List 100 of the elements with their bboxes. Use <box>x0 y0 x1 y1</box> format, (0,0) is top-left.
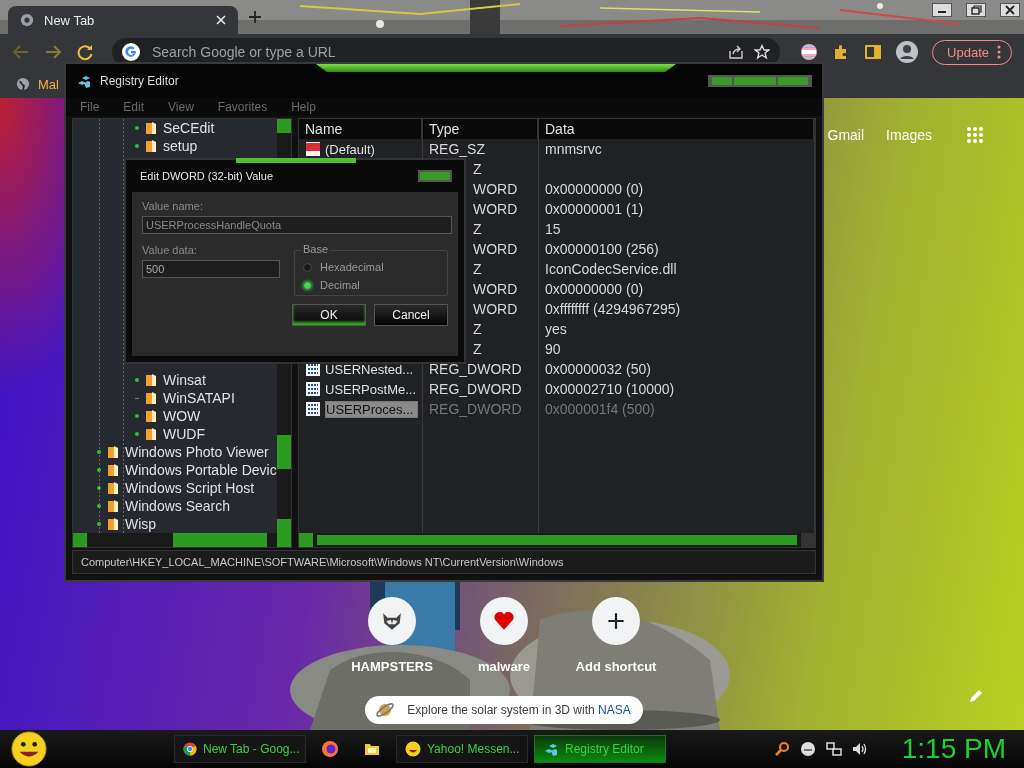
menu-item[interactable]: Favorites <box>217 100 268 114</box>
taskbar-button[interactable]: Registry Editor <box>534 735 666 763</box>
tree-item[interactable]: Winsat <box>73 371 277 389</box>
promo-text: Explore the solar system in 3D with NASA <box>407 703 631 717</box>
tree-item[interactable]: WOW <box>73 407 277 425</box>
menu-item[interactable]: Edit <box>123 100 145 114</box>
minimize-icon[interactable] <box>932 3 952 17</box>
menu-item[interactable]: View <box>168 100 194 114</box>
column-header[interactable]: Data <box>539 119 815 139</box>
value-data: 0x00000100 (256) <box>545 241 659 257</box>
radio-option[interactable]: Decimal <box>303 279 439 291</box>
value-name[interactable]: (Default) <box>325 141 375 157</box>
expand-dot[interactable] <box>135 378 139 382</box>
value-name[interactable]: USERPostMe... <box>325 381 417 397</box>
value-type: Z <box>473 261 482 277</box>
value-name-field[interactable]: USERProcessHandleQuota <box>142 216 452 234</box>
value-name[interactable]: USERNested... <box>325 361 414 377</box>
shortcut-button[interactable] <box>592 597 640 645</box>
reload-icon[interactable] <box>76 43 94 61</box>
folder-icon <box>107 499 119 513</box>
new-tab-icon[interactable] <box>248 10 262 24</box>
folder-icon <box>145 139 157 153</box>
taskbar-button[interactable]: New Tab - Goog... <box>174 735 306 763</box>
tree-item[interactable]: Windows Photo Viewer <box>73 443 277 461</box>
field-label: Value data: <box>142 244 198 256</box>
registry-path: Computer\HKEY_LOCAL_MACHINE\SOFTWARE\Microsoft\Windows NT\CurrentVersion\Windows <box>81 556 564 568</box>
value-type: Z <box>473 221 482 237</box>
forward-icon[interactable] <box>44 43 62 61</box>
radio-option[interactable]: Hexadecimal <box>303 261 439 273</box>
expand-dot[interactable] <box>135 144 139 148</box>
google-icon <box>122 43 140 61</box>
value-data: yes <box>545 321 567 337</box>
menu-item[interactable]: Help <box>291 100 316 114</box>
promo-chip[interactable]: Explore the solar system in 3D with NASA <box>365 696 643 724</box>
address-field[interactable]: Search Google or type a URL <box>150 43 719 61</box>
shortcut-label[interactable]: HAMPSTERS <box>351 659 433 674</box>
restore-icon[interactable] <box>966 3 986 17</box>
value-data-field[interactable]: 500 <box>142 260 280 278</box>
heart-icon <box>493 610 515 632</box>
folder-icon <box>145 391 157 405</box>
expand-dot[interactable] <box>135 432 139 436</box>
cubes-icon <box>76 73 92 89</box>
tree-item[interactable]: SeCEdit <box>73 119 277 137</box>
bookmark[interactable]: Mal <box>16 76 59 92</box>
ok-button[interactable]: OK <box>292 304 366 326</box>
expand-dot[interactable] <box>97 468 101 472</box>
browser-tab[interactable]: New Tab <box>8 6 238 34</box>
value-data: 0x00000000 (0) <box>545 281 644 297</box>
value-name[interactable]: USERProces... <box>325 400 419 418</box>
value-type: WORD <box>473 301 518 317</box>
cancel-button[interactable]: Cancel <box>374 304 448 326</box>
scrollbar[interactable] <box>299 533 815 547</box>
sidebar-icon[interactable] <box>864 43 883 61</box>
tree-item[interactable]: Windows Search <box>73 497 277 515</box>
field-label: Value name: <box>142 200 204 212</box>
radio-dot[interactable] <box>303 280 312 290</box>
string-value-icon <box>305 141 321 157</box>
tree-item[interactable]: WinSATAPI <box>73 389 277 407</box>
folder-icon <box>145 409 157 423</box>
folder-icon <box>145 427 157 441</box>
value-data: 0x00000001 (1) <box>545 201 644 217</box>
expand-dot[interactable] <box>97 450 101 454</box>
profile-icon[interactable] <box>896 41 919 63</box>
expand-dot[interactable] <box>97 522 101 526</box>
binary-value-icon <box>305 381 321 397</box>
flag-icon[interactable] <box>800 43 819 61</box>
share-icon[interactable] <box>728 44 745 60</box>
column-header[interactable]: Name <box>299 119 423 139</box>
network-icon[interactable] <box>825 741 842 757</box>
search-icon[interactable] <box>773 741 790 757</box>
tree-item[interactable]: setup <box>73 137 277 155</box>
radio-dot[interactable] <box>303 262 312 272</box>
tree-item[interactable]: WUDF <box>73 425 277 443</box>
tree-item[interactable]: Windows Portable Devic <box>73 461 277 479</box>
value-data: IconCodecService.dll <box>545 261 677 277</box>
clock[interactable]: 1:15 PM <box>901 733 1006 765</box>
folder-icon <box>107 517 119 531</box>
menu-item[interactable]: File <box>80 100 100 114</box>
tree-item[interactable]: Windows Script Host <box>73 479 277 497</box>
scrollbar[interactable] <box>73 533 291 547</box>
volume-icon[interactable] <box>851 741 868 757</box>
expand-dot[interactable] <box>97 486 101 490</box>
value-type: Z <box>473 321 482 337</box>
close-icon[interactable] <box>1000 3 1020 17</box>
tab-title: New Tab <box>44 12 96 28</box>
expand-dot[interactable] <box>135 414 139 418</box>
folder-icon <box>107 481 119 495</box>
star-icon[interactable] <box>754 44 771 60</box>
column-header[interactable]: Type <box>423 119 539 139</box>
expand-dot[interactable] <box>135 126 139 130</box>
expand-dot[interactable] <box>97 504 101 508</box>
tree-item[interactable]: Wisp <box>73 515 277 533</box>
value-type: REG_DWORD <box>429 381 522 397</box>
cubes-icon <box>543 741 559 757</box>
value-type: Z <box>473 341 482 357</box>
value-data: 0x00000032 (50) <box>545 361 651 377</box>
promo-link[interactable]: NASA <box>598 703 631 717</box>
taskbar-button[interactable]: Yahoo! Messen... <box>396 735 528 763</box>
binary-value-icon <box>305 401 321 417</box>
shortcut-label[interactable]: Add shortcut <box>575 659 657 674</box>
